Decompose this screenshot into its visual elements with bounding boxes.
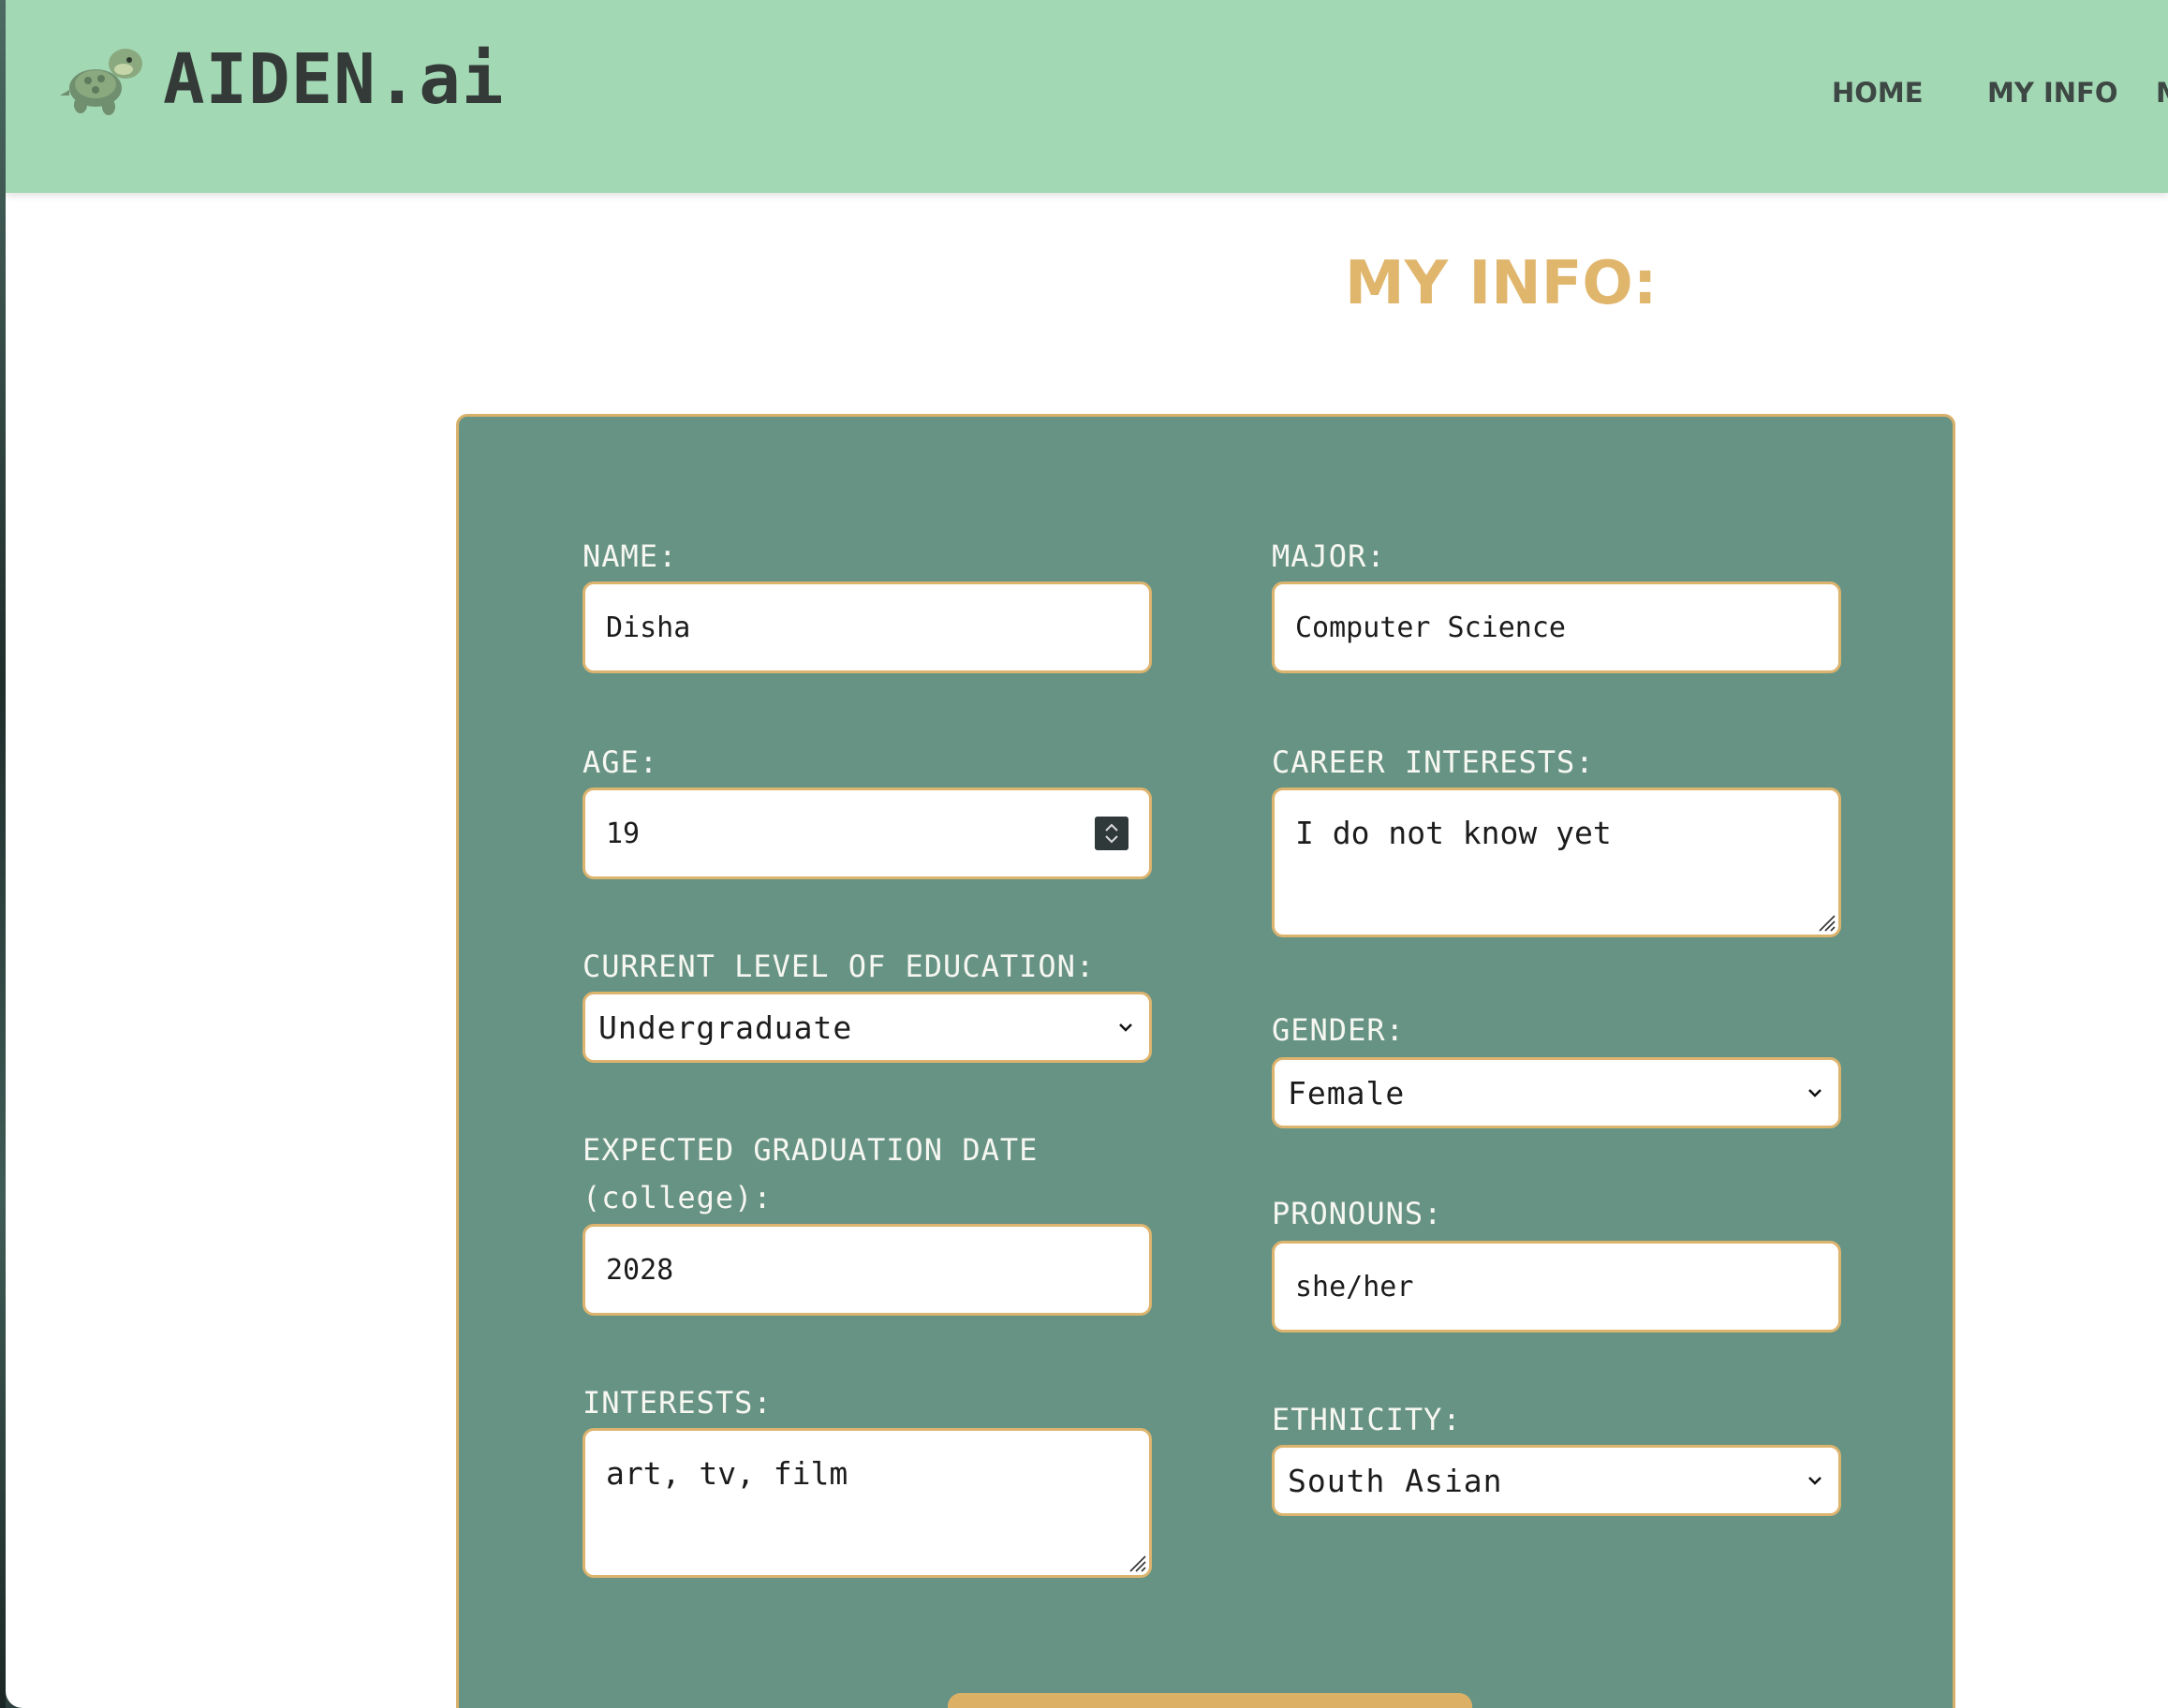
turtle-icon: [60, 49, 142, 115]
ethnicity-value: South Asian: [1288, 1462, 1503, 1499]
resize-handle-icon[interactable]: [1814, 910, 1836, 933]
resize-handle-icon[interactable]: [1125, 1551, 1147, 1573]
career-interests-label: CAREER INTERESTS:: [1272, 744, 1595, 780]
career-interests-textarea[interactable]: I do not know yet: [1272, 788, 1841, 937]
brand-logo-text[interactable]: AIDEN.ai: [163, 39, 504, 120]
graduation-label-line2: (college):: [583, 1180, 773, 1215]
my-info-form: NAME: Disha AGE: 19 CURRENT LEVEL OF EDU…: [456, 414, 1955, 1708]
graduation-input[interactable]: 2028: [583, 1224, 1152, 1316]
name-label: NAME:: [583, 538, 678, 574]
major-input[interactable]: Computer Science: [1272, 582, 1841, 673]
ethnicity-label: ETHNICITY:: [1272, 1402, 1462, 1437]
gender-value: Female: [1288, 1074, 1406, 1112]
nav-my-info[interactable]: MY INFO: [1987, 77, 2117, 109]
education-label: CURRENT LEVEL OF EDUCATION:: [583, 949, 1096, 984]
nav-more[interactable]: M: [2156, 77, 2168, 109]
chevron-down-icon: [1119, 1023, 1132, 1032]
career-interests-value: I do not know yet: [1295, 815, 1612, 851]
ethnicity-select[interactable]: South Asian: [1272, 1445, 1841, 1516]
name-input[interactable]: Disha: [583, 582, 1152, 673]
chevron-down-icon: [1808, 1477, 1821, 1485]
interests-value: art, tv, film: [606, 1455, 848, 1492]
age-input[interactable]: 19: [583, 788, 1152, 879]
browser-window: AIDEN.ai HOME MY INFO M MY INFO: NAME: D…: [6, 0, 2168, 1708]
nav-home[interactable]: HOME: [1832, 77, 1924, 109]
interests-label: INTERESTS:: [583, 1385, 773, 1421]
pronouns-label: PRONOUNS:: [1272, 1196, 1443, 1231]
pronouns-value: she/her: [1295, 1270, 1414, 1303]
name-value: Disha: [606, 611, 691, 644]
major-label: MAJOR:: [1272, 538, 1386, 574]
education-value: Undergraduate: [598, 1009, 853, 1046]
page-title: MY INFO:: [1345, 249, 1658, 318]
number-stepper-icon[interactable]: [1095, 817, 1128, 850]
gender-select[interactable]: Female: [1272, 1057, 1841, 1128]
pronouns-input[interactable]: she/her: [1272, 1241, 1841, 1333]
education-select[interactable]: Undergraduate: [583, 992, 1152, 1063]
age-value: 19: [606, 817, 641, 850]
chevron-down-icon: [1808, 1089, 1821, 1097]
interests-textarea[interactable]: art, tv, film: [583, 1428, 1152, 1578]
site-header: AIDEN.ai HOME MY INFO M: [6, 0, 2168, 193]
gender-label: GENDER:: [1272, 1012, 1405, 1048]
age-label: AGE:: [583, 744, 659, 780]
submit-button[interactable]: [948, 1693, 1472, 1708]
graduation-value: 2028: [606, 1253, 674, 1287]
graduation-label-line1: EXPECTED GRADUATION DATE: [583, 1132, 1039, 1168]
major-value: Computer Science: [1295, 611, 1566, 644]
